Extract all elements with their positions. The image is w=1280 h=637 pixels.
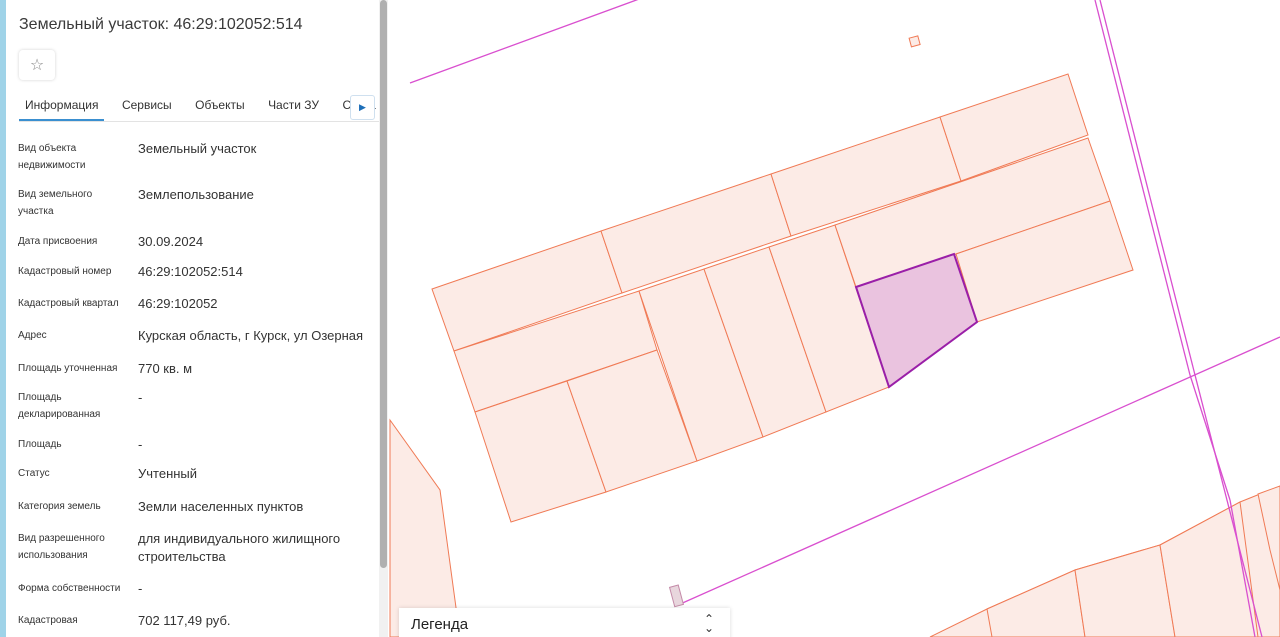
map-boundary-line [1099,0,1196,376]
map-boundary-line [1189,374,1231,501]
tab-services[interactable]: Сервисы [116,94,178,119]
field-value: Курская область, г Курск, ул Озерная [138,328,364,343]
field-label: Статус [18,468,50,479]
field-value: для индивидуального жилищного строительс… [138,531,341,564]
field-label: Категория земель [18,501,101,512]
triangle-right-icon: ▶ [359,102,366,112]
map-boundary-line [409,0,639,84]
watermark: циан [945,522,1039,569]
field-value: 770 кв. м [138,361,193,376]
legend-label: Легенда [411,616,469,633]
page-title: Земельный участок: 46:29:102052:514 [19,16,303,33]
field-value: Земли населенных пунктов [138,499,304,514]
field-label: Кадастровый квартал [18,298,119,309]
map-marker-square [908,35,921,48]
field-label: Площадь [18,439,62,450]
field-label: Кадастровый номер [18,266,112,277]
map-parcel[interactable] [986,569,1086,637]
map-parcel[interactable] [1074,544,1176,637]
legend-toggle[interactable]: Легенда ⌃ ⌄ [399,608,730,637]
field-label: Площадь уточненная [18,363,118,374]
panel-scrollbar-thumb[interactable] [380,0,387,568]
object-info-panel: Земельный участок: 46:29:102052:514 ☆ Ин… [0,0,388,637]
field-label: Вид объекта недвижимости [18,143,86,171]
map-boundary-line [1094,0,1191,376]
map-parcels [389,73,1280,637]
chevron-up-down-icon: ⌃ ⌄ [703,612,714,635]
field-label: Вид разрешенного использования [18,533,105,561]
field-value: 702 117,49 руб. [138,613,231,628]
field-value: - [138,437,143,452]
field-label: Форма собственности [18,583,121,594]
field-value: - [138,390,143,405]
field-label: Площадь декларированная [18,392,101,420]
field-label: Адрес [18,330,47,341]
tab-bar: Информация Сервисы Объекты Части ЗУ Сост… [19,94,388,122]
tab-parcel-parts[interactable]: Части ЗУ [262,94,325,119]
map-marker-small [668,584,685,608]
field-label: Вид земельного участка [18,189,93,217]
map-parcel[interactable] [389,418,461,637]
tab-objects[interactable]: Объекты [189,94,251,119]
field-value: Землепользование [138,187,254,202]
tab-information[interactable]: Информация [19,94,105,121]
field-value: - [138,581,143,596]
field-value: 46:29:102052 [138,296,218,311]
field-label: Кадастровая [18,615,78,626]
field-value: Учтенный [138,466,198,481]
tabs-scroll-right-button[interactable]: ▶ [350,95,375,120]
field-value: Земельный участок [138,141,257,156]
field-label: Дата присвоения [18,236,98,247]
field-value: 46:29:102052:514 [138,264,243,279]
field-value: 30.09.2024 [138,234,204,249]
star-icon: ☆ [29,57,45,74]
favorite-button[interactable]: ☆ [19,50,55,80]
